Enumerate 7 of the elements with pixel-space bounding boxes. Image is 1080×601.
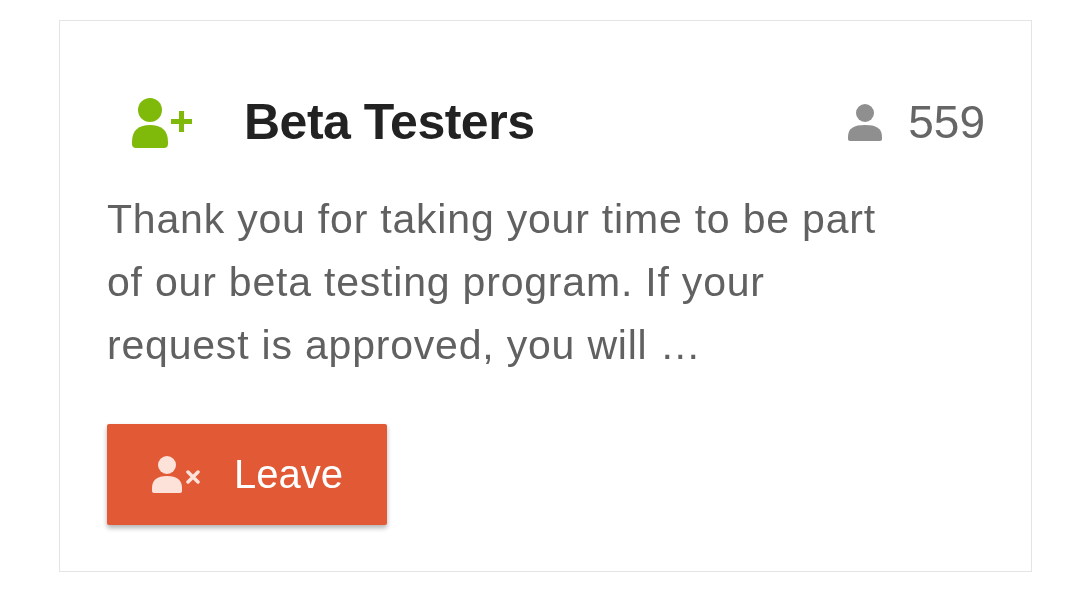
group-description: Thank you for taking your time to be part of our beta testing program. If your request is approved, you will …: [107, 195, 877, 370]
leave-button[interactable]: Leave: [107, 424, 387, 525]
group-title: Beta Testers: [244, 93, 535, 151]
person-icon: [848, 103, 883, 141]
person-plus-icon: [130, 96, 194, 148]
person-remove-icon: [152, 456, 200, 493]
member-count: 559: [908, 95, 985, 149]
